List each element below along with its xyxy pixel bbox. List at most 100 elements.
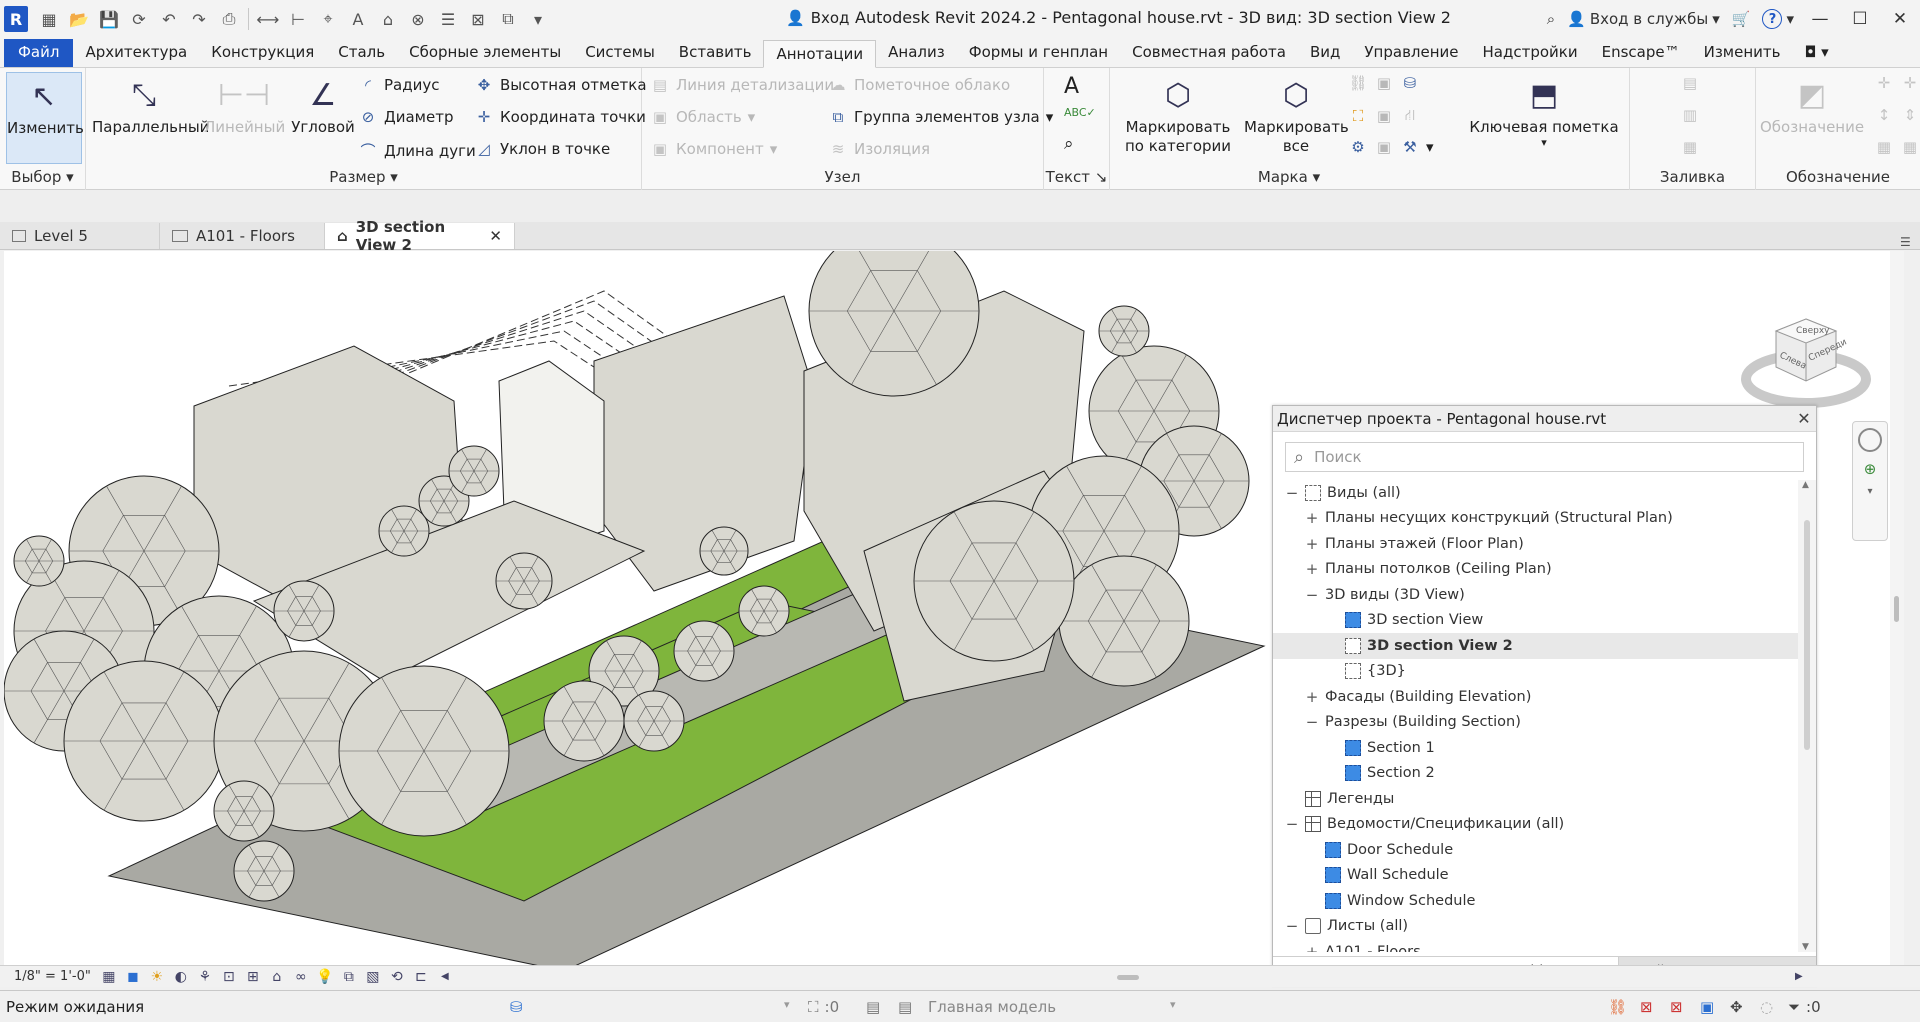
select-by-face-icon[interactable]: ▣: [1700, 998, 1714, 1016]
tab-11[interactable]: Вид: [1298, 39, 1352, 67]
text-icon[interactable]: A: [345, 6, 371, 32]
radial-dimension-button[interactable]: ◜ Радиус: [358, 76, 439, 94]
text-button[interactable]: A: [1064, 74, 1079, 99]
tree-item[interactable]: Легенды: [1273, 786, 1799, 812]
arc-length-button[interactable]: ⌒ Длина дуги: [358, 140, 475, 161]
expand-icon[interactable]: +: [1305, 535, 1319, 553]
tree-4[interactable]: [1058, 555, 1190, 687]
tree-13[interactable]: [233, 840, 295, 902]
help-button[interactable]: ? ▾: [1762, 9, 1794, 29]
collapse-icon[interactable]: −: [1285, 917, 1299, 935]
pipe-legend-icon[interactable]: ▦: [1680, 138, 1700, 156]
color-fill-legend-icon[interactable]: ▤: [1680, 74, 1700, 92]
viewcube[interactable]: Сверху Спереди Слева: [1736, 299, 1876, 419]
tab-8[interactable]: Анализ: [876, 39, 957, 67]
close-icon[interactable]: ✕: [1792, 409, 1816, 428]
crop-view-icon[interactable]: ⊡: [217, 969, 241, 985]
tab-5[interactable]: Системы: [573, 39, 667, 67]
reveal-constraints-icon[interactable]: ⊏: [409, 969, 433, 985]
tab-7[interactable]: Аннотации: [763, 40, 877, 68]
tab-15[interactable]: Изменить: [1692, 39, 1793, 67]
tab-12[interactable]: Управление: [1352, 39, 1470, 67]
horizontal-scrollbar-thumb[interactable]: [1116, 974, 1139, 980]
duct-legend-icon[interactable]: ▥: [1680, 106, 1700, 124]
linear-dimension-button[interactable]: ⊢⊣ Линейный: [204, 72, 285, 137]
tree-14[interactable]: [273, 580, 335, 642]
tab-2[interactable]: Конструкция: [199, 39, 326, 67]
3d-view-icon[interactable]: ⌂: [375, 6, 401, 32]
modify-button[interactable]: ↖ Изменить: [6, 72, 84, 164]
spot-slope-button[interactable]: ◿ Уклон в точке: [474, 140, 610, 158]
detail-line-button[interactable]: ▤ Линия детализации: [650, 76, 834, 94]
span-direction-icon[interactable]: ✛ ✛: [1874, 74, 1920, 92]
design-options-icon[interactable]: ▤: [898, 998, 912, 1016]
sun-path-icon[interactable]: ☀: [145, 969, 169, 985]
detail-level-icon[interactable]: ▦: [97, 969, 121, 985]
search-binoculars-icon[interactable]: ⌕: [1547, 10, 1555, 28]
panel-dimension-label[interactable]: Размер ▾: [86, 166, 641, 188]
detail-group-button[interactable]: ⧉ Группа элементов узла ▾: [828, 108, 1054, 126]
tree-27[interactable]: [213, 780, 275, 842]
tree-5[interactable]: [913, 500, 1075, 662]
tree-item[interactable]: − Виды (all): [1273, 480, 1799, 506]
spot-coordinate-button[interactable]: ✛ Координата точки: [474, 108, 646, 126]
measure-icon[interactable]: ⟷: [255, 6, 281, 32]
tab-14[interactable]: Enscape™: [1590, 39, 1692, 67]
region-button[interactable]: ▣ Область ▾: [650, 108, 755, 126]
tree-item[interactable]: {3D}: [1273, 659, 1799, 685]
multi-tag-icon[interactable]: ⚙ ▣ ⚒ ▾: [1348, 138, 1433, 156]
expand-icon[interactable]: +: [1305, 509, 1319, 527]
tab-1[interactable]: Архитектура: [73, 39, 199, 67]
tree-item[interactable]: Wall Schedule: [1273, 863, 1799, 889]
view-tab-3d-section-view-2[interactable]: ⌂ 3D section View 2 ✕: [325, 218, 515, 254]
select-links-icon[interactable]: ⛓: [1608, 998, 1627, 1016]
chevron-down-icon[interactable]: ▾: [784, 998, 790, 1011]
diameter-dimension-button[interactable]: ⊘ Диаметр: [358, 108, 454, 126]
component-button[interactable]: ▣ Компонент ▾: [650, 140, 777, 158]
tree-item[interactable]: 3D section View: [1273, 608, 1799, 634]
tree-item[interactable]: − Ведомости/Спецификации (all): [1273, 812, 1799, 838]
tab-4[interactable]: Сборные элементы: [397, 39, 573, 67]
reveal-hidden-icon[interactable]: 💡: [313, 969, 337, 985]
view-tab-a101-floors[interactable]: A101 - Floors: [160, 223, 325, 249]
home-icon[interactable]: ▦: [36, 6, 62, 32]
close-button[interactable]: ✕: [1880, 0, 1920, 38]
chevron-down-icon[interactable]: ▾: [1853, 486, 1887, 497]
editable-only-icon[interactable]: ▤: [866, 998, 880, 1016]
tree-24[interactable]: [699, 526, 749, 576]
insulation-button[interactable]: ≋ Изоляция: [828, 140, 930, 158]
tree-item[interactable]: −3D виды (3D View): [1273, 582, 1799, 608]
tag-icon[interactable]: ⌖: [315, 6, 341, 32]
view-scale[interactable]: 1/8" = 1'-0": [0, 969, 97, 984]
undo-icon[interactable]: ↶: [156, 6, 182, 32]
browser-scrollbar-thumb[interactable]: [1804, 520, 1810, 750]
tree-item[interactable]: − Разрезы (Building Section): [1273, 710, 1799, 736]
beam-annotations-icon[interactable]: ⛓ ▣ ⛁: [1348, 74, 1420, 92]
tree-17[interactable]: [673, 620, 735, 682]
collapse-icon[interactable]: −: [1285, 815, 1299, 833]
tree-19[interactable]: [543, 680, 625, 762]
print-icon[interactable]: ⎙: [216, 6, 242, 32]
zoom-icon[interactable]: ⊕: [1858, 460, 1882, 478]
sign-in-left[interactable]: 👤 Вход: [786, 9, 849, 27]
tree-10[interactable]: [63, 660, 225, 822]
material-tag-icon[interactable]: ⛶ ▣ ⛙: [1348, 106, 1420, 126]
temporary-view-props-icon[interactable]: ⧉: [337, 969, 361, 985]
expand-icon[interactable]: +: [1305, 943, 1319, 952]
scroll-up-icon[interactable]: ▲: [1802, 480, 1809, 490]
shadows-icon[interactable]: ◐: [169, 969, 193, 985]
section-icon[interactable]: ⊗: [405, 6, 431, 32]
collapse-icon[interactable]: −: [1305, 586, 1319, 604]
tree-item[interactable]: Section 2: [1273, 761, 1799, 787]
highlight-displacement-icon[interactable]: ⟲: [385, 969, 409, 985]
tree-25[interactable]: [1098, 305, 1150, 357]
beam-symbol-icon[interactable]: ↕ ⇕: [1874, 106, 1920, 124]
angular-dimension-button[interactable]: ∠ Угловой: [286, 72, 360, 137]
scroll-right-icon[interactable]: ▶: [1787, 971, 1811, 982]
lock-3d-view-icon[interactable]: ⌂: [265, 969, 289, 985]
view-tab-level-5[interactable]: Level 5: [0, 223, 160, 249]
viewport-scrollbar[interactable]: [1890, 251, 1904, 965]
tree-23[interactable]: [495, 552, 553, 610]
tree-item[interactable]: + Планы потолков (Ceiling Plan): [1273, 557, 1799, 583]
sign-in-services[interactable]: 👤 Вход в службы ▾: [1567, 10, 1720, 28]
